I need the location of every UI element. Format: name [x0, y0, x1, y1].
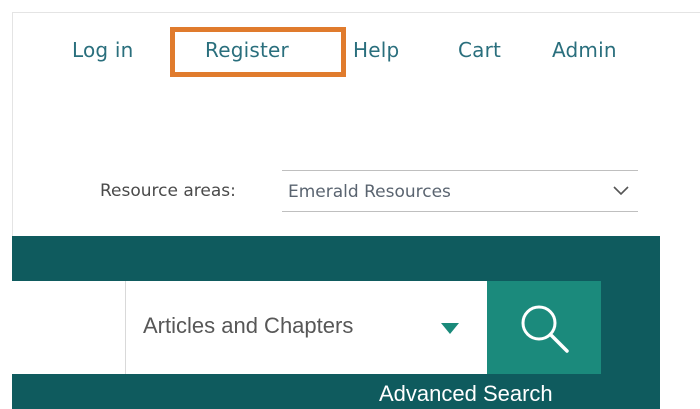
resource-areas-value: Emerald Resources [288, 182, 451, 202]
advanced-search-link[interactable]: Advanced Search [379, 381, 553, 407]
nav-help-link[interactable]: Help [353, 38, 399, 62]
resource-areas-label: Resource areas: [100, 181, 236, 201]
content-type-select[interactable]: Articles and Chapters [125, 281, 487, 374]
chevron-down-icon [613, 186, 629, 196]
register-highlight-box [170, 27, 346, 77]
search-input[interactable] [12, 281, 125, 374]
resource-areas-select[interactable]: Emerald Resources [282, 170, 638, 212]
search-button[interactable] [487, 281, 601, 374]
nav-login-link[interactable]: Log in [72, 38, 134, 62]
search-icon [521, 305, 569, 353]
nav-cart-link[interactable]: Cart [458, 38, 501, 62]
content-type-value: Articles and Chapters [143, 313, 354, 338]
caret-down-icon [441, 323, 459, 334]
nav-admin-link[interactable]: Admin [552, 38, 617, 62]
